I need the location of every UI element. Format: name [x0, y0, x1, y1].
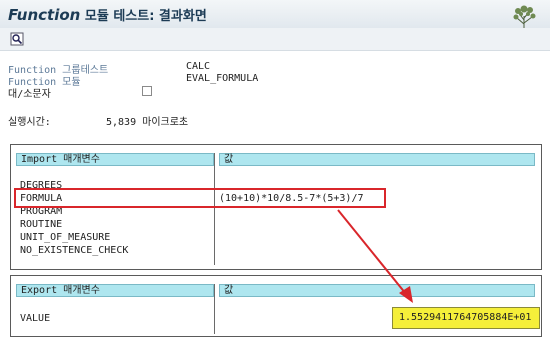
import-param-name: UNIT_OF_MEASURE: [20, 232, 111, 243]
formula-highlight-box: [14, 188, 386, 208]
function-group-value: CALC: [186, 61, 211, 72]
function-module-value: EVAL_FORMULA: [186, 73, 259, 84]
export-param-name: VALUE: [20, 313, 51, 324]
export-column-divider: [214, 284, 215, 334]
runtime-value: 5,839 마이크로초: [106, 117, 189, 128]
window-title-function: Function: [8, 6, 81, 24]
export-header-param: Export 매개변수: [16, 284, 214, 297]
window-title-rest: 모듈 테스트: 결과화면: [80, 9, 207, 24]
zoom-search-icon: [10, 32, 24, 46]
export-header-value: 값: [219, 284, 535, 297]
window-title: Function 모듈 테스트: 결과화면: [8, 5, 207, 24]
case-sensitive-label: 대/소문자: [8, 89, 51, 100]
import-param-name: NO_EXISTENCE_CHECK: [20, 245, 129, 256]
title-bar: Function 모듈 테스트: 결과화면: [0, 0, 550, 28]
zoom-button[interactable]: [8, 31, 26, 47]
runtime-label: 실행시간:: [8, 117, 51, 128]
case-sensitive-checkbox[interactable]: [142, 86, 152, 96]
import-header-param: Import 매개변수: [16, 153, 214, 166]
import-column-divider: [214, 153, 215, 265]
import-header-value: 값: [219, 153, 535, 166]
toolbar: [0, 28, 550, 51]
import-param-name: ROUTINE: [20, 219, 63, 230]
export-result-value[interactable]: 1.5529411764705884E+01: [392, 307, 540, 329]
